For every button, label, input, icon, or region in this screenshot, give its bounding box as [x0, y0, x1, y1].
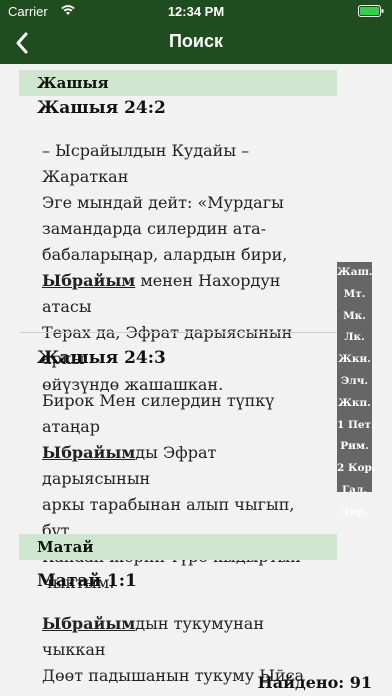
verse-text[interactable]: Бирок Мен силердин түпкү атаңар Ыбрайымды… [42, 388, 327, 596]
verse-fragment: бабаларыңар, алардын бири, [42, 245, 288, 264]
search-results[interactable]: Жашыя Жашыя 24:2 – Ысрайылдын Кудайы – Ж… [0, 64, 392, 696]
verse-fragment: Эге мындай дейт: «Мурдагы [42, 193, 284, 212]
verse-line: Бирок Мен силердин түпкү атаңар [42, 388, 327, 440]
verse-line: Ыбрайымды Эфрат дарыясынын [42, 440, 327, 492]
search-highlight: Ыбрайым [42, 271, 136, 290]
index-item[interactable]: 2 Кор. [337, 458, 376, 480]
verse-fragment: замандарда силердин ата- [42, 219, 267, 238]
page-title: Поиск [168, 31, 224, 51]
verse-line: Ыбрайым менен Нахордун атасы [42, 268, 327, 320]
navigation-bar: Поиск [0, 22, 392, 64]
clock: 12:34 PM [167, 4, 225, 19]
verse-line: Ыбрайымдын тукумунан чыккан [42, 611, 327, 663]
status-bar: Carrier 12:34 PM [0, 0, 392, 22]
verse-reference[interactable]: Жашыя 24:2 [37, 98, 166, 118]
results-count: Найдено: 91 [257, 673, 372, 692]
index-item[interactable]: Жаш. [337, 262, 373, 284]
index-item[interactable]: Мк. [337, 306, 372, 328]
index-item[interactable]: 1 Пет. [337, 415, 375, 437]
verse-line: – Ысрайылдын Кудайы – Жараткан [42, 138, 327, 190]
verse-line: Эге мындай дейт: «Мурдагы [42, 190, 327, 216]
index-item[interactable]: Жкп. [337, 393, 372, 415]
index-item[interactable]: Эвр. [337, 502, 372, 524]
battery-icon [358, 5, 384, 17]
verse-line: замандарда силердин ата- [42, 216, 327, 242]
search-highlight: Ыбрайым [42, 443, 136, 462]
verse-reference[interactable]: Матай 1:1 [37, 571, 137, 591]
index-item[interactable]: Мт. [337, 284, 372, 306]
section-header-matai: Матай [19, 534, 337, 560]
index-item[interactable]: Лк. [337, 327, 372, 349]
search-highlight: Ыбрайым [42, 614, 136, 633]
verse-reference[interactable]: Жашыя 24:3 [37, 348, 166, 368]
verse-line: бабаларыңар, алардын бири, [42, 242, 327, 268]
index-item[interactable]: Элч. [337, 371, 372, 393]
verse-fragment: Бирок Мен силердин түпкү атаңар [42, 391, 275, 436]
index-item[interactable]: Жкн. [337, 349, 372, 371]
index-item[interactable]: Гал. [337, 480, 372, 502]
section-header-zhashyya: Жашыя [19, 70, 337, 96]
verse-fragment: – Ысрайылдын Кудайы – Жараткан [42, 141, 250, 186]
index-item[interactable]: Рим. [337, 436, 372, 458]
book-index-bar[interactable]: Жаш. Мт. Мк. Лк. Жкн. Элч. Жкп. 1 Пет. Рим. 2 Кор… [337, 262, 376, 518]
divider [19, 332, 339, 333]
